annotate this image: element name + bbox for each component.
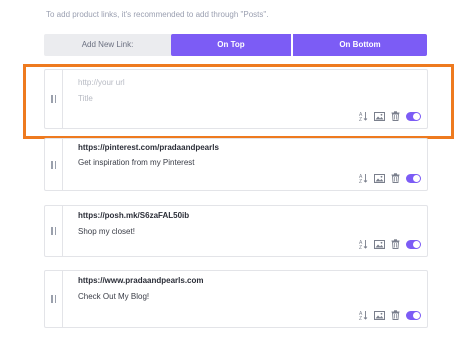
- add-new-link-bar: Add New Link: On Top On Bottom: [44, 34, 427, 56]
- grip-icon: [51, 227, 56, 235]
- highlight-box: [23, 64, 454, 139]
- add-new-link-label: Add New Link:: [81, 40, 134, 49]
- sort-az-icon[interactable]: AZ: [359, 173, 368, 183]
- link-url[interactable]: https://pinterest.com/pradaandpearls: [78, 143, 219, 152]
- link-title[interactable]: Check Out My Blog!: [78, 292, 149, 301]
- svg-text:Z: Z: [359, 245, 362, 249]
- sort-az-icon[interactable]: AZ: [359, 310, 368, 320]
- svg-text:Z: Z: [359, 316, 362, 320]
- card-tools: AZ: [359, 239, 421, 249]
- link-url[interactable]: https://posh.mk/S6zaFAL50ib: [78, 211, 189, 220]
- card-tools: AZ: [359, 310, 421, 320]
- trash-icon[interactable]: [391, 173, 400, 183]
- hint-text: To add product links, it's recommended t…: [46, 10, 269, 19]
- card-tools: AZ: [359, 173, 421, 183]
- link-card: https://posh.mk/S6zaFAL50ib Shop my clos…: [44, 205, 428, 257]
- image-icon[interactable]: [374, 310, 385, 320]
- link-title[interactable]: Get inspiration from my Pinterest: [78, 158, 194, 167]
- drag-handle[interactable]: [45, 206, 63, 256]
- image-icon[interactable]: [374, 239, 385, 249]
- sort-az-icon[interactable]: AZ: [359, 239, 368, 249]
- drag-handle[interactable]: [45, 271, 63, 327]
- link-url[interactable]: https://www.pradaandpearls.com: [78, 276, 204, 285]
- link-card: https://www.pradaandpearls.com Check Out…: [44, 270, 428, 328]
- trash-icon[interactable]: [391, 239, 400, 249]
- on-top-button[interactable]: On Top: [171, 34, 291, 56]
- trash-icon[interactable]: [391, 310, 400, 320]
- divider: [238, 199, 282, 205]
- link-card: https://pinterest.com/pradaandpearls Get…: [44, 138, 428, 191]
- image-icon[interactable]: [374, 173, 385, 183]
- enable-toggle[interactable]: [406, 310, 421, 320]
- grip-icon: [51, 160, 56, 169]
- on-bottom-button[interactable]: On Bottom: [293, 34, 427, 56]
- svg-text:Z: Z: [359, 179, 362, 183]
- link-title[interactable]: Shop my closet!: [78, 227, 135, 236]
- grip-icon: [51, 295, 56, 303]
- drag-handle[interactable]: [45, 139, 63, 190]
- enable-toggle[interactable]: [406, 173, 421, 183]
- enable-toggle[interactable]: [406, 239, 421, 249]
